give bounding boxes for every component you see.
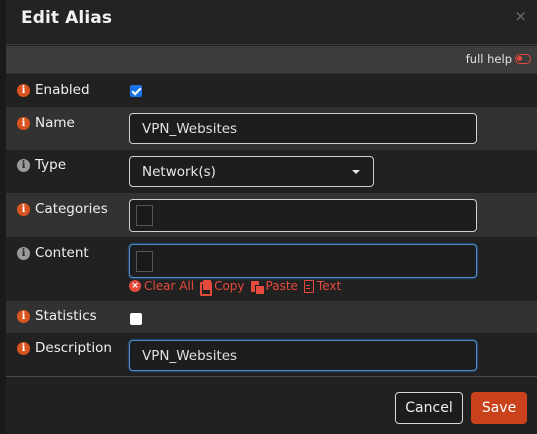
statistics-checkbox[interactable] xyxy=(130,313,142,325)
help-bar: full help xyxy=(6,46,537,74)
toggle-off-icon[interactable] xyxy=(515,54,531,64)
content-label-text: Content xyxy=(35,245,89,261)
enabled-checkbox[interactable] xyxy=(130,85,142,97)
name-label-text: Name xyxy=(35,115,75,131)
name-input[interactable]: VPN_Websites xyxy=(129,113,477,144)
text-label: Text xyxy=(316,279,342,293)
caret-down-icon xyxy=(352,170,360,174)
content-token-input[interactable] xyxy=(136,250,153,272)
copy-label: Copy xyxy=(214,279,245,293)
type-label-text: Type xyxy=(35,157,67,173)
file-text-icon xyxy=(303,279,314,293)
save-button[interactable]: Save xyxy=(471,392,527,424)
row-type: i Type Network(s) xyxy=(6,150,537,193)
info-icon[interactable]: i xyxy=(17,202,30,216)
copy-icon xyxy=(200,279,213,296)
row-statistics: i Statistics xyxy=(6,301,537,333)
full-help-toggle[interactable]: full help xyxy=(466,52,531,66)
paste-label: Paste xyxy=(265,279,298,293)
row-name: i Name VPN_Websites xyxy=(6,107,537,150)
description-label: i Description xyxy=(17,340,112,356)
statistics-label-text: Statistics xyxy=(35,308,97,324)
info-icon[interactable]: i xyxy=(17,116,30,130)
footer-divider xyxy=(6,376,537,377)
content-label: i Content xyxy=(17,245,89,261)
type-select-value: Network(s) xyxy=(142,163,216,180)
clear-all-label: Clear All xyxy=(144,279,195,293)
enabled-label: i Enabled xyxy=(17,82,90,98)
description-label-text: Description xyxy=(35,340,112,356)
content-actions: × Clear All Copy Paste Text xyxy=(129,279,342,296)
info-icon[interactable]: i xyxy=(17,309,30,323)
row-categories: i Categories xyxy=(6,193,537,237)
row-enabled: i Enabled xyxy=(6,75,537,107)
categories-label-text: Categories xyxy=(35,201,108,217)
content-input[interactable] xyxy=(129,244,477,278)
info-icon[interactable]: i xyxy=(17,246,30,260)
categories-label: i Categories xyxy=(17,201,108,217)
times-circle-icon: × xyxy=(129,280,141,292)
close-icon[interactable]: × xyxy=(514,7,527,25)
text-link[interactable]: Text xyxy=(303,279,342,293)
description-input-value: VPN_Websites xyxy=(142,347,238,364)
row-description: i Description VPN_Websites xyxy=(6,333,537,376)
row-content: i Content × Clear All Copy Paste Text xyxy=(6,237,537,301)
name-label: i Name xyxy=(17,115,75,131)
paste-link[interactable]: Paste xyxy=(250,279,298,295)
paste-icon xyxy=(250,280,265,295)
statistics-label: i Statistics xyxy=(17,308,97,324)
type-select[interactable]: Network(s) xyxy=(129,156,374,187)
info-icon[interactable]: i xyxy=(17,83,30,97)
categories-token-input[interactable] xyxy=(136,205,153,226)
clear-all-link[interactable]: × Clear All xyxy=(129,279,194,293)
enabled-label-text: Enabled xyxy=(35,82,90,98)
dialog-title: Edit Alias xyxy=(21,8,113,28)
copy-link[interactable]: Copy xyxy=(200,279,245,296)
categories-input[interactable] xyxy=(129,199,477,232)
name-input-value: VPN_Websites xyxy=(142,120,238,137)
info-icon[interactable]: i xyxy=(17,158,30,172)
type-label: i Type xyxy=(17,157,66,173)
full-help-label: full help xyxy=(465,52,512,66)
dialog-header: Edit Alias × xyxy=(6,0,537,45)
info-icon[interactable]: i xyxy=(17,341,30,355)
cancel-button[interactable]: Cancel xyxy=(395,392,463,424)
description-input[interactable]: VPN_Websites xyxy=(129,340,477,371)
edit-alias-dialog: Edit Alias × full help i Enabled i Name … xyxy=(0,0,537,434)
